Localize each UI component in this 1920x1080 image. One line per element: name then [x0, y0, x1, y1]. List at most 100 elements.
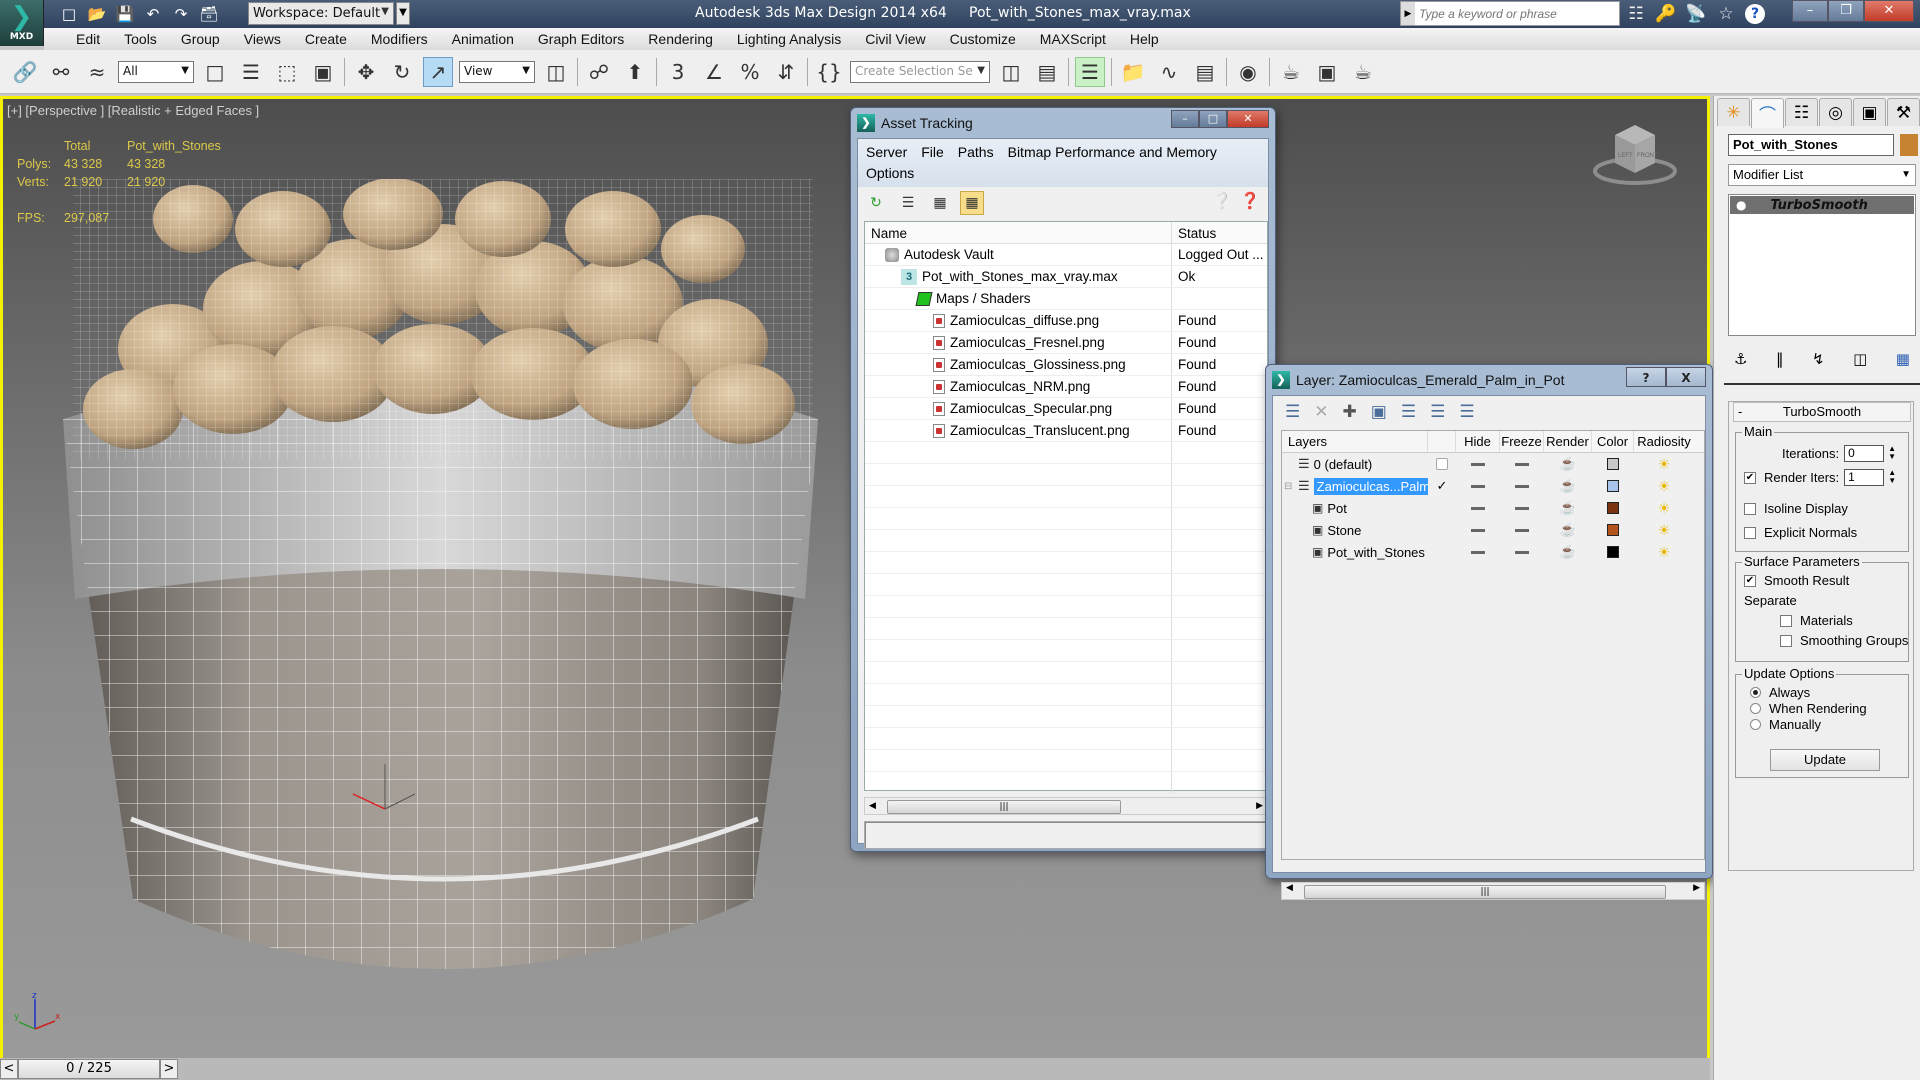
dialog-title-bar[interactable]: ❯ Layer: Zamioculcas_Emerald_Palm_in_Pot [1272, 369, 1564, 391]
delete-layer-icon[interactable]: ✕ [1314, 402, 1328, 422]
edit-named-selection-icon[interactable]: {} [814, 57, 844, 87]
update-button[interactable]: Update [1770, 749, 1880, 771]
update-option-manually[interactable]: Manually [1750, 717, 1821, 732]
menu-views[interactable]: Views [232, 31, 293, 47]
radio-button[interactable] [1750, 703, 1761, 714]
column-render[interactable]: Render [1544, 431, 1592, 452]
asset-menu-bitmap-performance-and-memory[interactable]: Bitmap Performance and Memory [1008, 144, 1217, 160]
layer-color-swatch[interactable] [1592, 475, 1634, 497]
layer-row[interactable]: ▣ Pot ☕ ☀ [1282, 497, 1704, 519]
object-color-swatch[interactable] [1900, 134, 1918, 156]
asset-row[interactable]: Zamioculcas_Translucent.png Found [865, 420, 1267, 442]
layer-row[interactable]: ▣ Pot_with_Stones ☕ ☀ [1282, 541, 1704, 563]
radiosity-toggle[interactable]: ☀ [1634, 453, 1694, 475]
asset-row[interactable]: Maps / Shaders [865, 288, 1267, 310]
tab-hierarchy[interactable]: ☷ [1785, 98, 1818, 126]
column-status[interactable]: Status [1172, 222, 1222, 243]
remove-modifier-icon[interactable]: ◫ [1853, 350, 1867, 368]
column-name[interactable]: Name [865, 222, 1172, 243]
menu-help[interactable]: Help [1118, 31, 1171, 47]
column-radiosity[interactable]: Radiosity [1634, 431, 1694, 452]
close-button[interactable]: ✕ [1864, 0, 1914, 22]
pot-with-stones-model[interactable] [53, 179, 833, 1039]
layer-row[interactable]: ▣ Stone ☕ ☀ [1282, 519, 1704, 541]
tab-motion[interactable]: ◎ [1819, 98, 1852, 126]
asset-row[interactable]: Zamioculcas_Glossiness.png Found [865, 354, 1267, 376]
menu-lighting-analysis[interactable]: Lighting Analysis [725, 31, 853, 47]
new-file-icon[interactable]: □ [58, 3, 80, 25]
select-manipulate-icon[interactable]: ☍ [584, 57, 614, 87]
help-button[interactable]: ? [1626, 367, 1666, 387]
column-freeze[interactable]: Freeze [1500, 431, 1544, 452]
current-layer-toggle[interactable] [1428, 497, 1456, 519]
rendered-frame-window-icon[interactable]: ▣ [1312, 57, 1342, 87]
viewcube[interactable]: LEFT FRONT [1593, 117, 1677, 187]
asset-menu-options[interactable]: Options [866, 165, 914, 181]
render-toggle[interactable]: ☕ [1544, 541, 1592, 563]
selection-filter-dropdown[interactable]: All ▼ [118, 60, 194, 83]
menu-graph-editors[interactable]: Graph Editors [526, 31, 636, 47]
asset-row[interactable]: Zamioculcas_Fresnel.png Found [865, 332, 1267, 354]
render-toggle[interactable]: ☕ [1544, 497, 1592, 519]
maximize-button[interactable]: □ [1199, 110, 1227, 128]
radiosity-toggle[interactable]: ☀ [1634, 541, 1694, 563]
hide-toggle[interactable] [1456, 519, 1500, 541]
horizontal-scrollbar[interactable]: ◀ ||| ▶ [864, 797, 1268, 815]
iterations-input[interactable]: 0 [1844, 445, 1885, 462]
asset-row[interactable]: Zamioculcas_NRM.png Found [865, 376, 1267, 398]
current-layer-toggle[interactable]: ✓ [1428, 475, 1456, 497]
rectangular-selection-icon[interactable]: ⬚ [272, 57, 302, 87]
horizontal-scrollbar[interactable]: ◀ ||| ▶ [1281, 882, 1705, 900]
layer-row[interactable]: ⊟ ☰ Zamioculcas...Palm_ ✓ ☕ ☀ [1282, 475, 1704, 497]
align-icon[interactable]: ▤ [1032, 57, 1062, 87]
project-folder-icon[interactable]: 🗃 [198, 3, 220, 25]
reference-coordinate-dropdown[interactable]: View ▼ [459, 60, 535, 83]
next-frame-button[interactable]: > [160, 1059, 178, 1079]
star-icon[interactable]: ☆ [1715, 4, 1737, 24]
column-layers[interactable]: Layers [1282, 431, 1428, 452]
radiosity-toggle[interactable]: ☀ [1634, 519, 1694, 541]
menu-group[interactable]: Group [169, 31, 232, 47]
menu-customize[interactable]: Customize [938, 31, 1028, 47]
satellite-icon[interactable]: 📡 [1685, 4, 1707, 24]
scroll-left-icon[interactable]: ◀ [1286, 883, 1293, 893]
tab-display[interactable]: ▣ [1853, 98, 1886, 126]
previous-frame-button[interactable]: < [0, 1059, 18, 1079]
modifier-stack-item[interactable]: ● TurboSmooth [1730, 196, 1914, 214]
layer-color-swatch[interactable] [1592, 541, 1634, 563]
column-hide[interactable]: Hide [1456, 431, 1500, 452]
refresh-icon[interactable]: ↻ [864, 191, 888, 215]
object-name-field[interactable]: Pot_with_Stones [1728, 134, 1894, 156]
binoculars-icon[interactable]: ☷ [1625, 4, 1647, 24]
layer-manager-icon[interactable]: ☰ [1075, 56, 1105, 87]
menu-modifiers[interactable]: Modifiers [359, 31, 440, 47]
configure-modifier-sets-icon[interactable]: ▦ [1896, 350, 1910, 368]
minimize-button[interactable]: – [1792, 0, 1828, 22]
scrollbar-thumb[interactable]: ||| [887, 800, 1121, 814]
asset-menu-file[interactable]: File [921, 144, 944, 160]
select-objects-in-layer-icon[interactable]: ▣ [1371, 402, 1387, 422]
material-editor-icon[interactable]: ◉ [1233, 57, 1263, 87]
radio-button[interactable] [1750, 687, 1761, 698]
snaps-toggle-icon[interactable]: 3 [663, 57, 693, 87]
undo-icon[interactable]: ↶ [142, 3, 164, 25]
modifier-list-dropdown[interactable]: Modifier List ▼ [1728, 164, 1916, 186]
scroll-left-icon[interactable]: ◀ [869, 801, 876, 811]
rollout-header[interactable]: - TurboSmooth [1733, 402, 1911, 422]
asset-row[interactable]: Zamioculcas_diffuse.png Found [865, 310, 1267, 332]
tab-modify[interactable]: ⌒ [1751, 98, 1784, 128]
redo-icon[interactable]: ↷ [170, 3, 192, 25]
layer-row[interactable]: ☰ 0 (default) ☕ ☀ [1282, 453, 1704, 475]
thumbnail-view-icon[interactable]: ▦ [928, 191, 952, 215]
select-by-name-icon[interactable]: ☰ [236, 57, 266, 87]
scrollbar-thumb[interactable]: ||| [1304, 885, 1666, 899]
help-icon[interactable]: ❔ [1212, 191, 1232, 210]
menu-tools[interactable]: Tools [112, 31, 169, 47]
key-icon[interactable]: 🔑 [1655, 4, 1677, 24]
select-object-icon[interactable]: □ [200, 57, 230, 87]
asset-menu-server[interactable]: Server [866, 144, 907, 160]
hide-toggle[interactable] [1456, 497, 1500, 519]
render-iters-input[interactable]: 1 [1844, 469, 1885, 486]
current-layer-toggle[interactable] [1428, 453, 1456, 475]
tab-create[interactable]: ✳ [1717, 98, 1750, 126]
